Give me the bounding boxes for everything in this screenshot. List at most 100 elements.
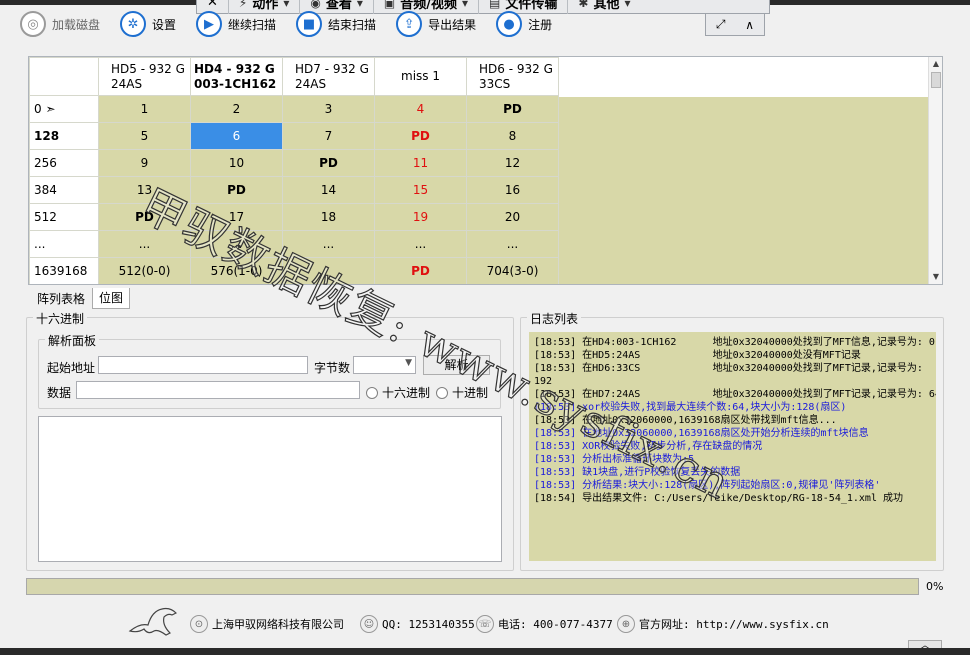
table-cell[interactable]: PD xyxy=(374,257,467,284)
log-line: [18:53] 在HD7:24AS 地址0x32040000处找到了MFT记录,… xyxy=(534,389,936,400)
log-line: [18:53] 在HD4:003-1CH162 地址0x32040000处找到了… xyxy=(534,337,935,348)
main-toolbar: ◎ 加载磁盘 ✲ 设置 ▶ 继续扫描 ■ 结束扫描 ⇪ 导出结果 ● 注册 xyxy=(20,8,572,40)
table-cell[interactable]: 9 xyxy=(98,149,191,177)
table-cell[interactable]: 10 xyxy=(190,149,283,177)
parse-panel-title: 解析面板 xyxy=(45,332,100,349)
table-cell[interactable]: 6 xyxy=(190,122,283,150)
table-cell[interactable]: ... xyxy=(282,230,375,258)
data-label: 数据 xyxy=(47,386,72,400)
scroll-up-icon[interactable]: ▲ xyxy=(930,58,942,70)
column-header[interactable]: HD7 - 932 G 24AS xyxy=(282,57,375,96)
end-scan-button[interactable]: ■ 结束扫描 xyxy=(296,9,376,39)
remote-other-label: 其他 xyxy=(593,0,620,12)
view-tabs: 阵列表格 位图 xyxy=(30,288,131,309)
scroll-down-icon[interactable]: ▼ xyxy=(930,271,942,283)
row-header[interactable]: 512 xyxy=(29,203,99,231)
table-empty-area xyxy=(558,97,929,284)
radio-hex[interactable]: 十六进制 xyxy=(366,384,430,401)
table-row: .................. xyxy=(29,230,559,258)
hex-output-area[interactable] xyxy=(38,416,502,562)
data-input[interactable] xyxy=(76,381,360,399)
table-cell[interactable]: PD xyxy=(374,122,467,150)
phone-icon: ☏ xyxy=(476,615,494,633)
table-cell[interactable]: 16 xyxy=(466,176,559,204)
table-cell[interactable]: 11 xyxy=(374,149,467,177)
register-button[interactable]: ● 注册 xyxy=(496,9,552,39)
radio-circle xyxy=(436,386,448,399)
table-cell[interactable]: 8 xyxy=(466,122,559,150)
website-info: ⊕ 官方网址: http://www.sysfix.cn xyxy=(617,615,829,633)
radio-dec[interactable]: 十进制 xyxy=(436,384,488,401)
table-cell[interactable]: ... xyxy=(98,230,191,258)
log-line: [18:53] xor校验失败,找到最大连续个数:64,块大小为:128(扇区) xyxy=(534,402,847,413)
register-label: 注册 xyxy=(528,17,553,32)
row-header[interactable]: 1639168 xyxy=(29,257,99,284)
settings-button[interactable]: ✲ 设置 xyxy=(120,9,176,39)
table-cell[interactable]: 1 xyxy=(98,95,191,123)
array-table[interactable]: HD5 - 932 G 24AS HD4 - 932 G 003-1CH162 HD… xyxy=(28,56,943,285)
table-row: 128 5 6 7 PD 8 xyxy=(29,122,559,150)
website-url[interactable]: 官方网址: http://www.sysfix.cn xyxy=(639,616,829,632)
load-disk-button[interactable]: ◎ 加载磁盘 xyxy=(20,9,100,39)
table-cell[interactable]: 20 xyxy=(466,203,559,231)
table-cell[interactable]: 3 xyxy=(282,95,375,123)
row-header[interactable]: 384 xyxy=(29,176,99,204)
table-row: 0 ➣ 1 2 3 4 PD xyxy=(29,95,559,123)
row-header[interactable]: 0 ➣ xyxy=(29,95,99,123)
log-list[interactable]: [18:53] 在HD4:003-1CH162 地址0x32040000处找到了… xyxy=(529,332,936,561)
log-line: [18:53] 在地址0x32060000,1639168扇区处开始分析连续的m… xyxy=(534,428,869,439)
row-header[interactable]: 256 xyxy=(29,149,99,177)
table-cell[interactable]: 13 xyxy=(98,176,191,204)
start-address-label: 起始地址 xyxy=(47,361,96,375)
table-cell[interactable]: 14 xyxy=(282,176,375,204)
table-cell[interactable]: 7 xyxy=(282,122,375,150)
hex-panel-title: 十六进制 xyxy=(33,310,88,327)
byte-count-select[interactable]: ▼ xyxy=(353,356,416,374)
table-scrollbar[interactable]: ▲ ▼ xyxy=(928,57,942,284)
table-cell[interactable]: 576(1-0) xyxy=(190,257,283,284)
log-line: [18:53] XOR校验失败,初步分析,存在缺盘的情况 xyxy=(534,441,763,452)
collapse-icon[interactable]: ∧ xyxy=(745,18,754,32)
row-header[interactable]: ... xyxy=(29,230,99,258)
end-scan-label: 结束扫描 xyxy=(328,17,377,32)
table-cell[interactable]: 512(0-0) xyxy=(98,257,191,284)
column-header[interactable]: HD5 - 932 G 24AS xyxy=(98,57,191,96)
column-header[interactable]: HD6 - 932 G 33CS xyxy=(466,57,559,96)
table-cell[interactable]: 17 xyxy=(190,203,283,231)
table-cell[interactable]: 19 xyxy=(374,203,467,231)
remote-subbar: ⤢ ∧ xyxy=(705,14,765,36)
table-cell[interactable] xyxy=(282,257,375,284)
footer: ⊙ 上海甲驭网络科技有限公司 ☺ QQ: 1253140355 ☏ 电话: 400-0… xyxy=(0,603,970,643)
table-cell[interactable]: PD xyxy=(98,203,191,231)
continue-scan-button[interactable]: ▶ 继续扫描 xyxy=(196,9,276,39)
table-cell[interactable]: 2 xyxy=(190,95,283,123)
table-cell[interactable]: 5 xyxy=(98,122,191,150)
column-header[interactable]: miss 1 xyxy=(374,57,467,96)
company-name: 上海甲驭网络科技有限公司 xyxy=(212,618,344,631)
table-cell[interactable]: ... xyxy=(190,230,283,258)
table-cell[interactable]: ... xyxy=(466,230,559,258)
table-cell[interactable]: 4 xyxy=(374,95,467,123)
table-row: 512 PD 17 18 19 20 xyxy=(29,203,559,231)
table-cell[interactable]: 12 xyxy=(466,149,559,177)
table-cell[interactable]: PD xyxy=(466,95,559,123)
export-button[interactable]: ⇪ 导出结果 xyxy=(396,9,476,39)
corner-header xyxy=(29,57,99,96)
parse-button[interactable]: 解析 xyxy=(423,355,490,375)
tab-bitmap[interactable]: 位图 xyxy=(92,288,131,309)
start-address-input[interactable] xyxy=(98,356,308,374)
tab-array-table[interactable]: 阵列表格 xyxy=(30,288,92,309)
table-cell[interactable]: ... xyxy=(374,230,467,258)
row-header[interactable]: 128 xyxy=(29,122,99,150)
table-cell[interactable]: 704(3-0) xyxy=(466,257,559,284)
stop-icon: ■ xyxy=(296,11,323,37)
column-header[interactable]: HD4 - 932 G 003-1CH162 xyxy=(190,57,283,96)
table-cell[interactable]: PD xyxy=(282,149,375,177)
table-cell[interactable]: PD xyxy=(190,176,283,204)
remote-other-menu[interactable]: ✱ 其他 ▾ xyxy=(568,0,640,14)
scroll-thumb[interactable] xyxy=(931,72,941,88)
phone-info: ☏ 电话: 400-077-4377 xyxy=(476,615,613,633)
fullscreen-icon[interactable]: ⤢ xyxy=(716,17,726,32)
table-cell[interactable]: 18 xyxy=(282,203,375,231)
table-cell[interactable]: 15 xyxy=(374,176,467,204)
